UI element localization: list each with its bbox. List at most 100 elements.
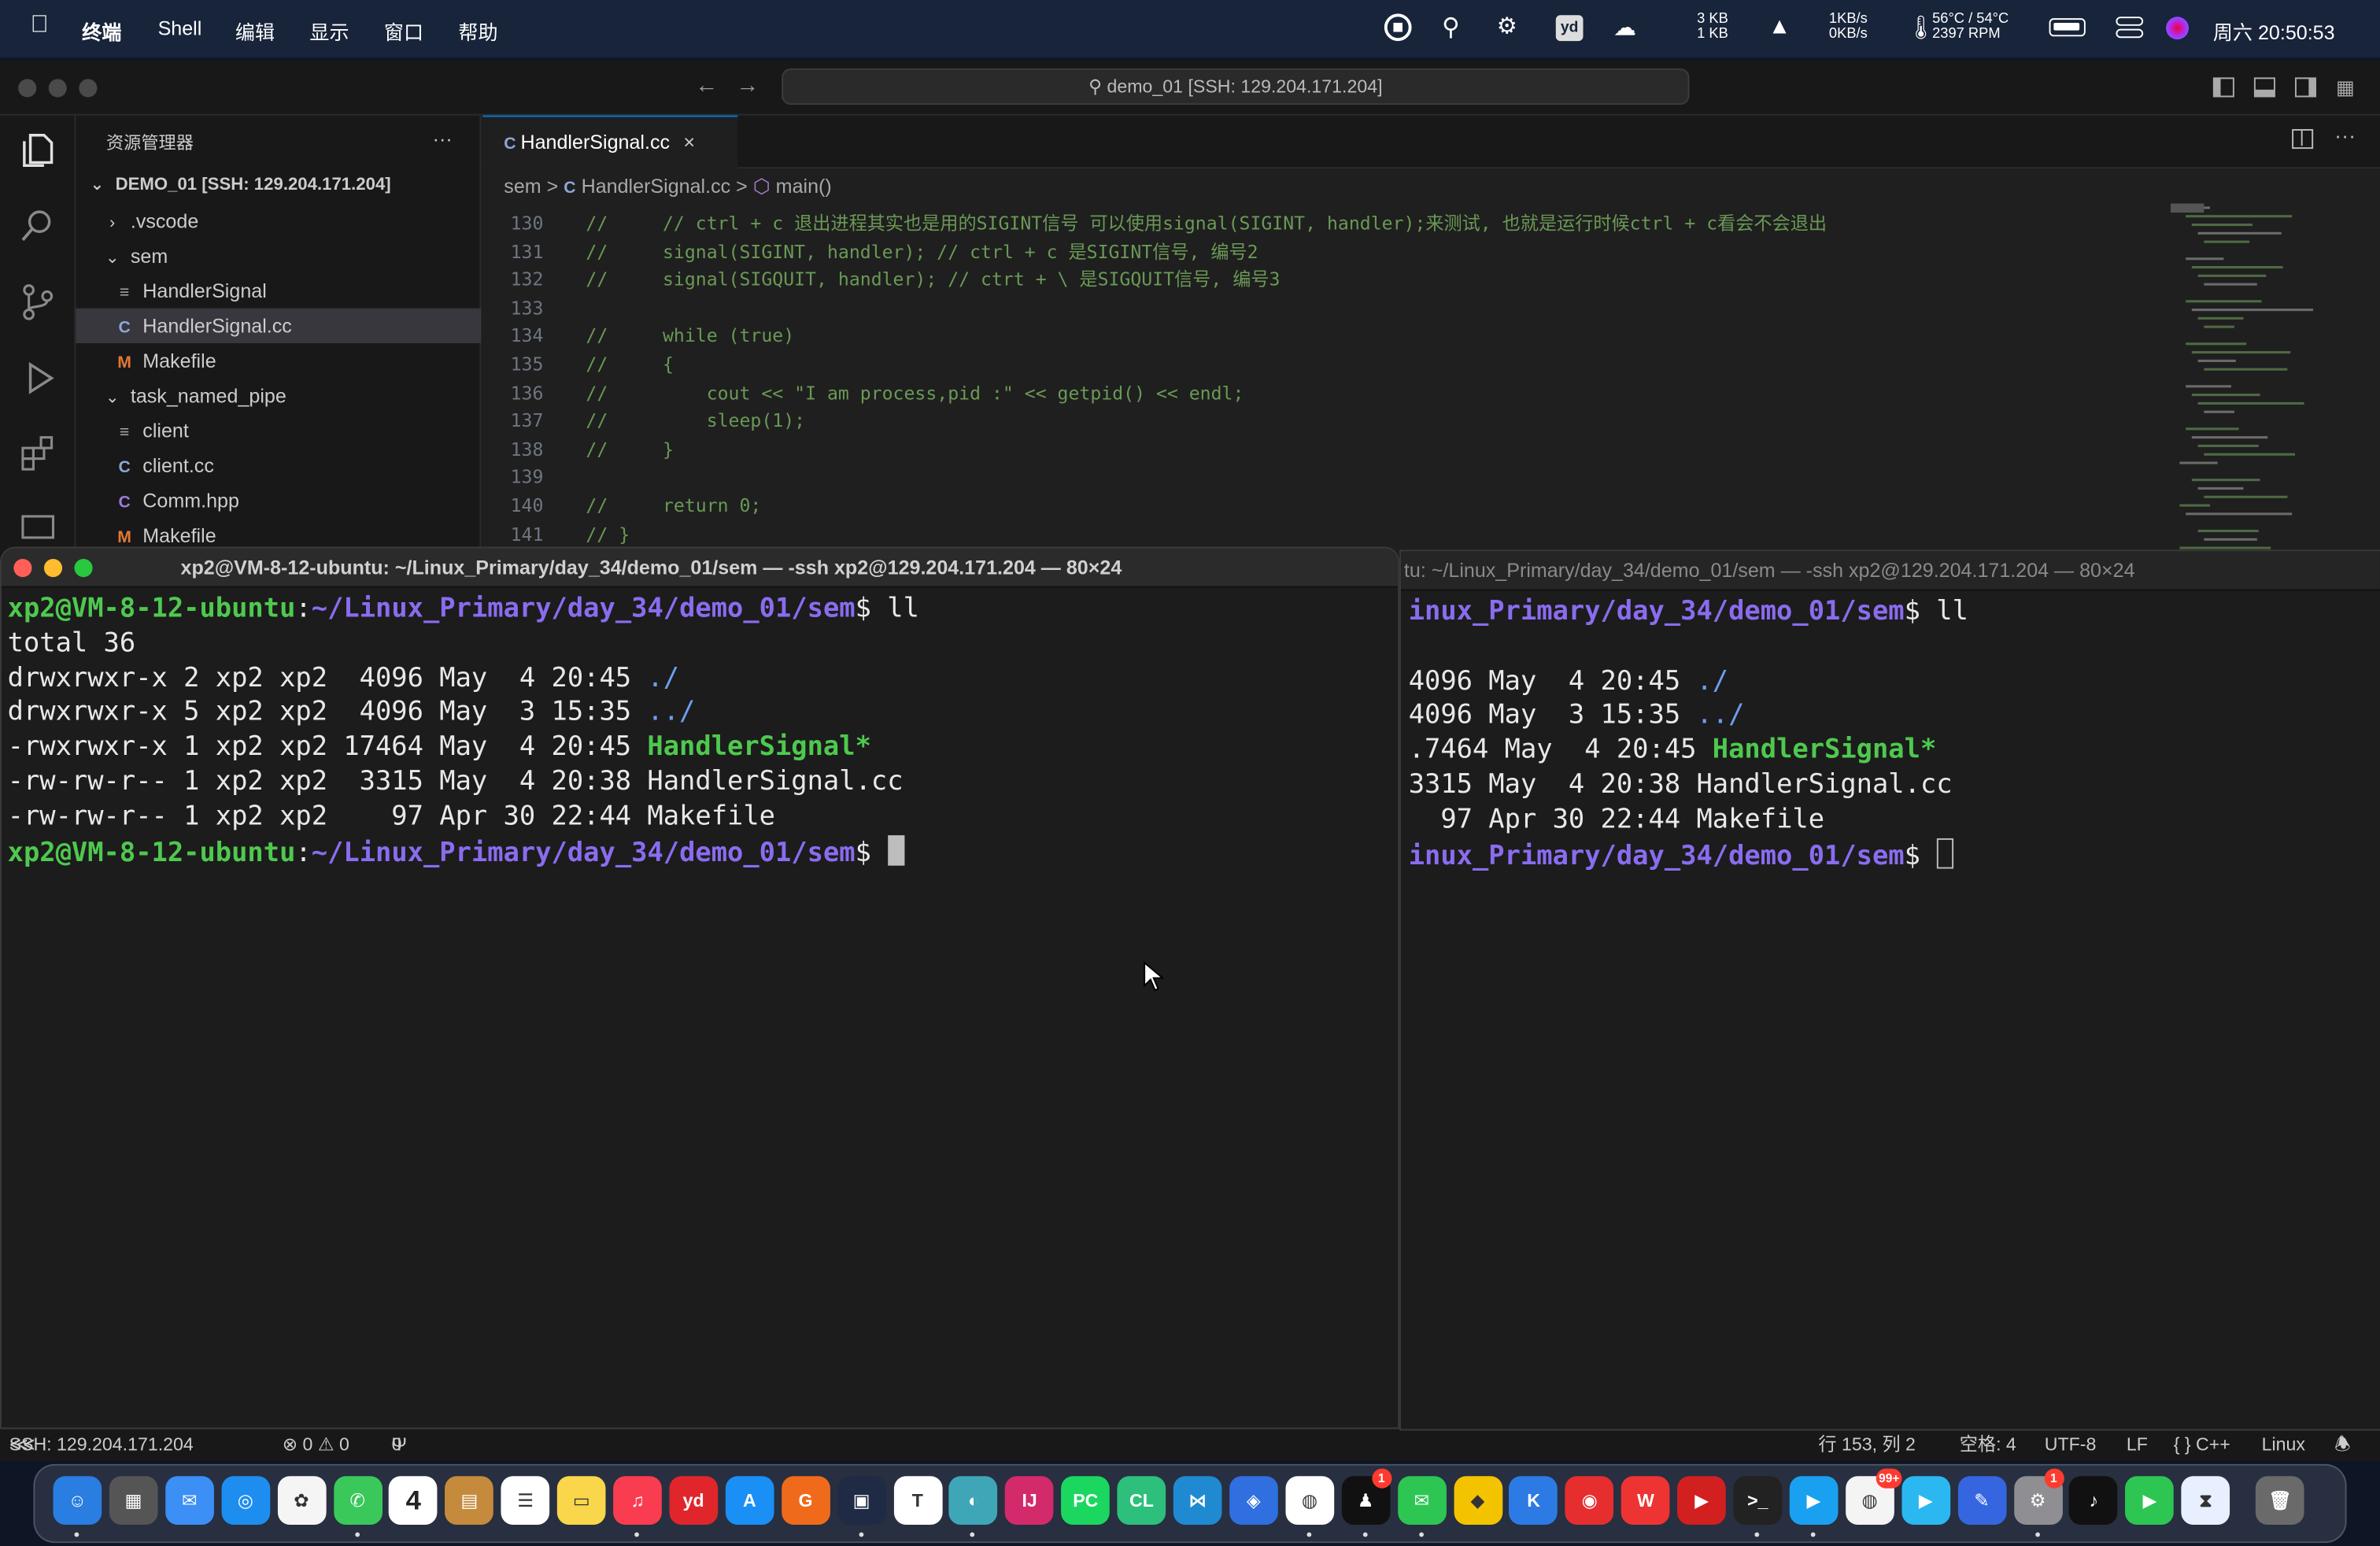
dock-lark-icon[interactable]: ◈ [1229, 1476, 1278, 1525]
dock-youdao-icon[interactable]: yd [669, 1476, 719, 1525]
minimap-viewport[interactable] [2170, 203, 2204, 213]
forward-arrow-icon[interactable]: → [736, 73, 759, 99]
toggle-panel-icon[interactable] [2253, 77, 2275, 98]
bell-icon[interactable]: 🕭 [2334, 1429, 2351, 1461]
tree-item-task-named-pipe[interactable]: ⌄ task_named_pipe [76, 378, 481, 412]
dock-launchpad-icon[interactable]: ▦ [109, 1476, 158, 1525]
dock-maps-icon[interactable]: ◆ [1453, 1476, 1502, 1525]
customize-layout-icon[interactable]: ▦ [2336, 76, 2355, 100]
close-window-button[interactable] [13, 558, 32, 578]
menu-shell[interactable]: Shell [158, 17, 202, 39]
dock-app-store-icon[interactable]: A [725, 1476, 774, 1525]
dock-typora-icon[interactable]: T [893, 1476, 942, 1525]
zoom-window-button[interactable] [74, 558, 93, 578]
dock-vs-code-icon[interactable]: ⋈ [1173, 1476, 1222, 1525]
siri-icon[interactable] [2166, 17, 2189, 40]
dock-netease-music-icon[interactable]: ◉ [1565, 1476, 1614, 1525]
dock-intellij-idea-icon[interactable]: IJ [1005, 1476, 1055, 1525]
tree-item-sem[interactable]: ⌄ sem [76, 239, 481, 273]
app-menu-terminal[interactable]: 终端 [82, 17, 121, 46]
dock-terminal-icon[interactable]: >_ [1733, 1476, 1783, 1525]
breadcrumb-file[interactable]: HandlerSignal.cc [582, 175, 731, 198]
dock-kuake-icon[interactable]: K [1509, 1476, 1558, 1525]
tree-item-makefile[interactable]: M Makefile [76, 343, 481, 378]
youdao-icon[interactable]: yd [1555, 15, 1584, 42]
line-ending[interactable]: LF [2127, 1429, 2148, 1461]
tree-item-handlersignal[interactable]: ≡ HandlerSignal [76, 273, 481, 308]
battery-icon[interactable] [2049, 18, 2086, 37]
tree-item-vscode[interactable]: › .vscode [76, 204, 481, 239]
dock-clion-icon[interactable]: CL [1117, 1476, 1166, 1525]
minimize-window-button[interactable] [48, 79, 67, 98]
cursor-position[interactable]: 行 153, 列 2 [1818, 1429, 1916, 1461]
toggle-primary-sidebar-icon[interactable] [2212, 77, 2234, 98]
dock-finder-icon[interactable]: ☺ [53, 1476, 102, 1525]
problems-indicator[interactable]: ⊗ 0 ⚠ 0 [283, 1429, 349, 1461]
dock-notes-app-icon[interactable]: ▤ [445, 1476, 494, 1525]
zoom-window-button[interactable] [79, 79, 98, 98]
terminal-window-back[interactable]: tu: ~/Linux_Primary/day_34/demo_01/sem —… [1399, 549, 2380, 1431]
dock-reminders-icon[interactable]: ☰ [501, 1476, 550, 1525]
dock-wechat-icon[interactable]: ✉ [1397, 1476, 1447, 1525]
explorer-icon[interactable] [18, 131, 57, 170]
dock-chrome-icon[interactable]: ◍ [1285, 1476, 1334, 1525]
dock-tiktok-icon[interactable]: ♪ [2069, 1476, 2119, 1525]
dock-trash-icon[interactable]: 🗑 [2256, 1476, 2304, 1525]
close-window-button[interactable] [18, 79, 37, 98]
dock-facetime-icon[interactable]: ▶ [2125, 1476, 2175, 1525]
terminal-window-front[interactable]: xp2@VM-8-12-ubuntu: ~/Linux_Primary/day_… [0, 546, 1400, 1429]
tree-item-client-cc[interactable]: Cclient.cc [76, 448, 481, 483]
apple-icon[interactable]:  [31, 12, 49, 39]
tree-item-comm-hpp[interactable]: C Comm.hpp [76, 483, 481, 518]
explorer-more-button[interactable]: ··· [433, 128, 453, 150]
remote-explorer-icon[interactable] [18, 510, 57, 549]
source-control-icon[interactable] [18, 283, 57, 322]
dock-remote-icon[interactable]: ◐ [949, 1476, 998, 1525]
minimize-window-button[interactable] [43, 558, 63, 578]
dock-dict-icon[interactable]: ⧗ [2181, 1476, 2230, 1525]
menu-help[interactable]: 帮助 [458, 17, 497, 46]
workspace-header[interactable]: ⌄ DEMO_01 [SSH: 129.204.171.204] [76, 168, 481, 203]
encoding[interactable]: UTF-8 [2045, 1429, 2097, 1461]
menu-edit[interactable]: 编辑 [235, 17, 275, 46]
menu-view[interactable]: 显示 [309, 17, 349, 46]
os-indicator[interactable]: Linux [2262, 1429, 2305, 1461]
dock-pencil-icon[interactable]: ✎ [1957, 1476, 2006, 1525]
close-tab-icon[interactable]: × [683, 131, 695, 153]
clock[interactable]: 周六 20:50:53 [2213, 17, 2335, 46]
menu-window[interactable]: 窗口 [384, 17, 423, 46]
extensions-icon[interactable] [18, 435, 57, 474]
dock-messages-icon[interactable]: ✆ [333, 1476, 382, 1525]
breadcrumb-folder[interactable]: sem [504, 175, 541, 198]
dock-screens-icon[interactable]: ▣ [837, 1476, 886, 1525]
tree-item-handlersignal-cc[interactable]: C HandlerSignal.cc [76, 308, 482, 344]
dock-infuse-icon[interactable]: ▶ [1789, 1476, 1839, 1525]
command-center[interactable]: ⚲ demo_01 [SSH: 129.204.171.204] [782, 68, 1690, 105]
dock-photos-icon[interactable]: ✿ [277, 1476, 326, 1525]
dock-music-icon[interactable]: ♫ [613, 1476, 662, 1525]
dock-notes-icon[interactable]: ▭ [556, 1476, 606, 1525]
split-editor-icon[interactable] [2292, 128, 2314, 150]
control-center-icon[interactable] [2116, 17, 2144, 39]
tab-handlersignal-cc[interactable]: C HandlerSignal.cc × [482, 115, 738, 169]
language-mode[interactable]: { } C++ [2174, 1429, 2230, 1461]
dock-safari-icon[interactable]: ◎ [220, 1476, 270, 1525]
more-actions-icon[interactable]: ··· [2334, 123, 2356, 147]
cloud-icon[interactable]: ☁ [1613, 13, 1636, 41]
toggle-secondary-sidebar-icon[interactable] [2294, 77, 2316, 98]
dock-wps-icon[interactable]: W [1621, 1476, 1670, 1525]
dock-pycharm-icon[interactable]: PC [1061, 1476, 1111, 1525]
run-debug-icon[interactable] [18, 358, 57, 398]
dock-mail-icon[interactable]: ✉ [164, 1476, 214, 1525]
dock-calendar-icon[interactable]: 4 [389, 1476, 438, 1525]
indentation[interactable]: 空格: 4 [1960, 1429, 2016, 1461]
breadcrumb-symbol[interactable]: main() [776, 175, 832, 198]
tree-item-client[interactable]: ≡ client [76, 413, 481, 448]
record-icon[interactable] [1384, 13, 1412, 42]
search-icon[interactable] [18, 206, 57, 246]
tool-icon[interactable]: ⚙ [1497, 12, 1517, 39]
dock-pdf-icon[interactable]: ▶ [1677, 1476, 1726, 1525]
search-icon[interactable]: ⚲ [1442, 12, 1460, 43]
back-arrow-icon[interactable]: ← [695, 73, 718, 99]
hat-icon[interactable]: ▲ [1768, 13, 1791, 39]
